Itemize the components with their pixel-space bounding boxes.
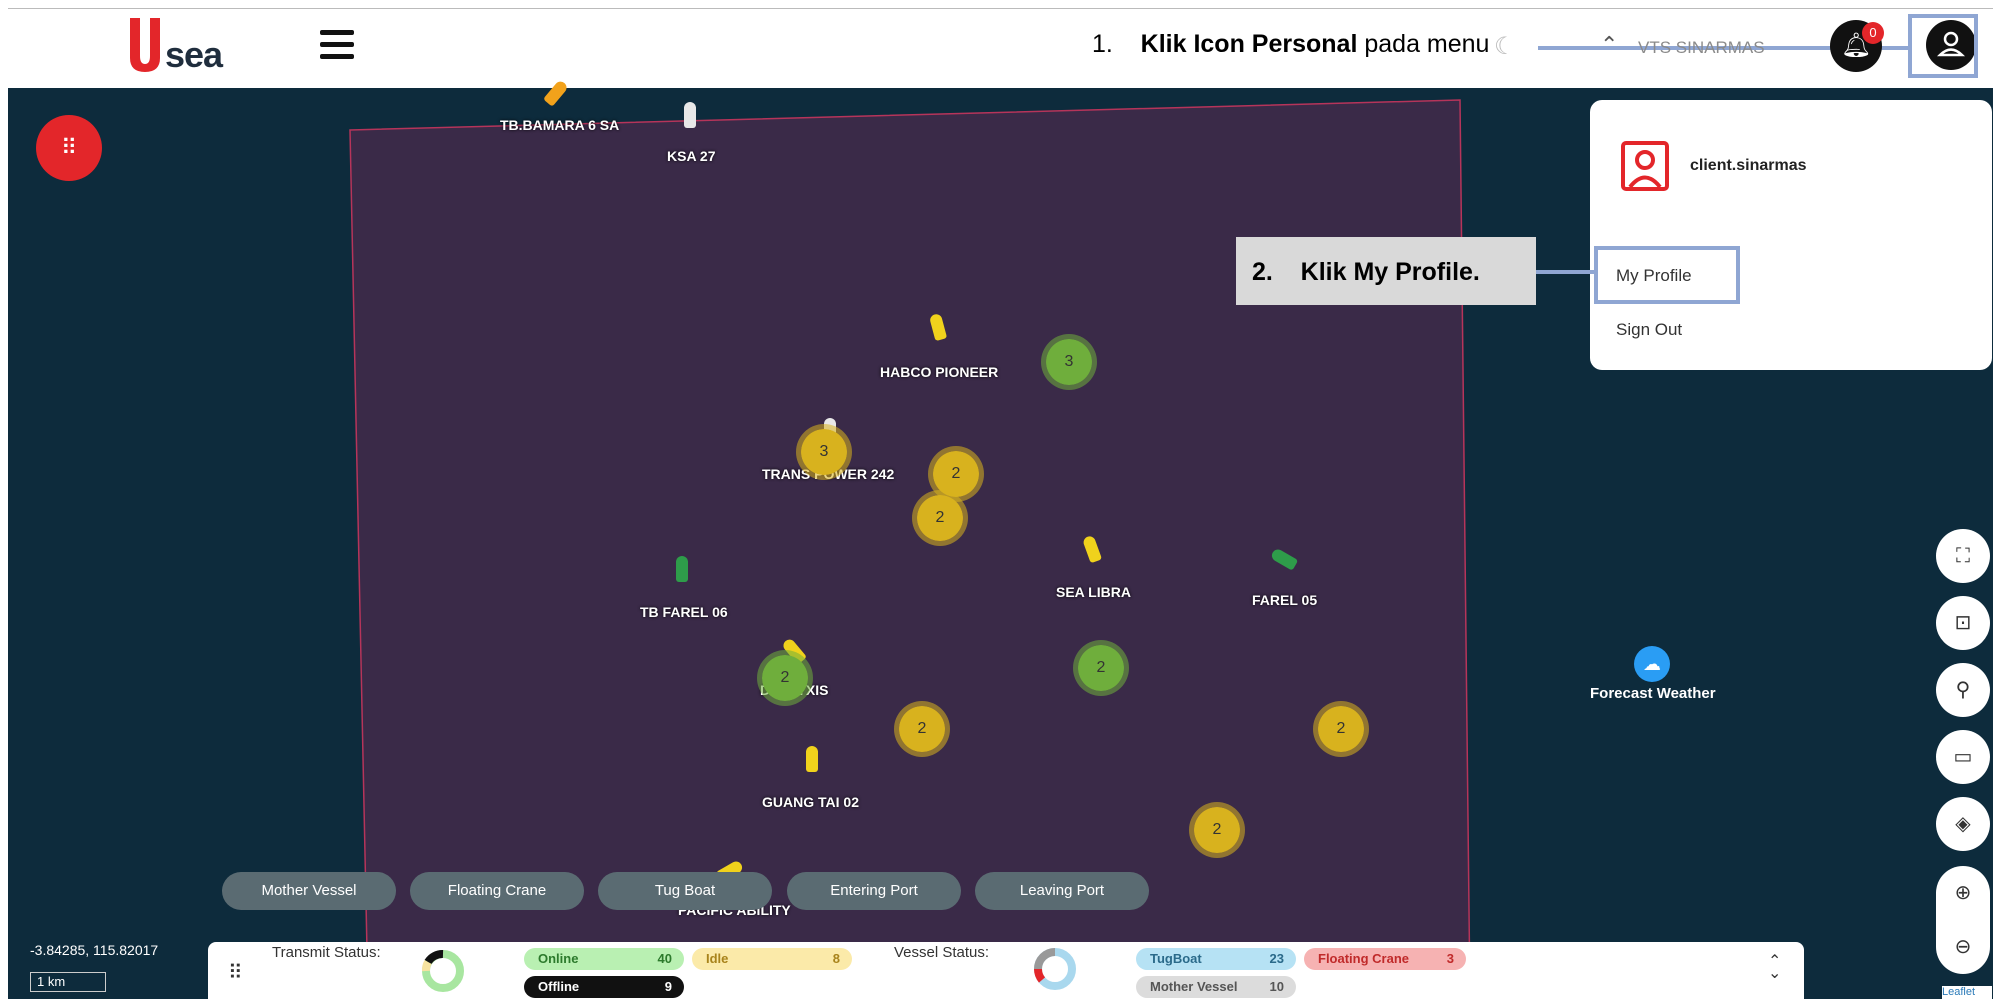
vessel-cluster[interactable]: 2 xyxy=(894,701,950,757)
vessel-cluster[interactable]: 2 xyxy=(1189,802,1245,858)
vessel-status-label: Vessel Status: xyxy=(894,944,990,961)
usea-logo-icon[interactable] xyxy=(128,16,162,74)
vessel-label[interactable]: TB.BAMARA 6 SA xyxy=(500,117,619,133)
logo-text: sea xyxy=(165,34,223,75)
vessel-cluster[interactable]: 2 xyxy=(1073,640,1129,696)
floating-crane-badge[interactable]: Floating Crane 3 xyxy=(1304,948,1466,970)
filter-tug-boat[interactable]: Tug Boat xyxy=(598,872,772,910)
transmit-status-label: Transmit Status: xyxy=(272,944,381,961)
step-2-highlight-box xyxy=(1594,246,1740,304)
vessel-ship-icon[interactable] xyxy=(806,746,818,772)
layers-icon[interactable]: ◈ xyxy=(1936,797,1990,851)
online-badge[interactable]: Online 40 xyxy=(524,948,684,970)
notification-count-badge: 0 xyxy=(1862,22,1884,44)
vessel-ship-icon[interactable] xyxy=(684,102,696,128)
vessel-cluster[interactable]: 3 xyxy=(1041,334,1097,390)
username-label: client.sinarmas xyxy=(1690,157,1807,174)
hamburger-menu-icon[interactable] xyxy=(320,30,354,60)
zoom-out-icon[interactable]: ⊖ xyxy=(1936,920,1990,974)
step-2-pointer-line xyxy=(1536,270,1596,274)
sign-out-menu-item[interactable]: Sign Out xyxy=(1616,320,1682,340)
vessel-ship-icon[interactable] xyxy=(676,556,688,582)
dark-mode-moon-icon[interactable]: ☾ xyxy=(1494,32,1516,61)
vessel-cluster[interactable]: 3 xyxy=(796,424,852,480)
expand-collapse-icon[interactable]: ⌃ ⌄ xyxy=(1768,954,1781,982)
transmit-status-donut-icon xyxy=(421,950,464,992)
tugboat-badge[interactable]: TugBoat 23 xyxy=(1136,948,1296,970)
instruction-step-1: 1. Klik Icon Personal pada menu xyxy=(1092,30,1490,58)
vessel-cluster[interactable]: 2 xyxy=(912,490,968,546)
vessel-label[interactable]: HABCO PIONEER xyxy=(880,364,998,380)
filter-entering-port[interactable]: Entering Port xyxy=(787,872,961,910)
filter-floating-crane[interactable]: Floating Crane xyxy=(410,872,584,910)
filter-mother-vessel[interactable]: Mother Vessel xyxy=(222,872,396,910)
instruction-step-2: 2. Klik My Profile. xyxy=(1252,258,1480,286)
vessel-status-donut-icon xyxy=(1033,948,1076,990)
forecast-weather-label[interactable]: Forecast Weather xyxy=(1590,685,1716,702)
chevron-updown-icon[interactable]: ⌃ xyxy=(1600,32,1618,58)
step-1-highlight-box xyxy=(1908,14,1978,78)
mother-vessel-badge[interactable]: Mother Vessel 10 xyxy=(1136,976,1296,998)
vessel-label[interactable]: FAREL 05 xyxy=(1252,592,1317,608)
vts-selector[interactable]: VTS SINARMAS xyxy=(1638,38,1765,58)
zoom-in-icon[interactable]: ⊕ xyxy=(1936,866,1990,920)
idle-badge[interactable]: Idle 8 xyxy=(692,948,852,970)
leaflet-attribution[interactable]: Leaflet xyxy=(1942,986,1992,999)
vessel-label[interactable]: KSA 27 xyxy=(667,148,716,164)
vessel-label[interactable]: GUANG TAI 02 xyxy=(762,794,859,810)
route-icon[interactable]: ⚲ xyxy=(1936,663,1990,717)
vessel-cluster[interactable]: 2 xyxy=(757,650,813,706)
ruler-icon[interactable]: ▭ xyxy=(1936,730,1990,784)
filter-leaving-port[interactable]: Leaving Port xyxy=(975,872,1149,910)
fullscreen-icon[interactable]: ⛶ xyxy=(1936,529,1990,583)
vessel-label[interactable]: TB FAREL 06 xyxy=(640,604,728,620)
screenshot-focus-icon[interactable]: ⊡ xyxy=(1936,596,1990,650)
forecast-weather-icon[interactable]: ☁ xyxy=(1634,646,1670,682)
drag-handle-icon[interactable]: ⠿ xyxy=(228,960,243,985)
user-avatar-icon xyxy=(1621,141,1669,191)
offline-badge[interactable]: Offline 9 xyxy=(524,976,684,998)
map-scale: 1 km xyxy=(30,972,106,992)
vessel-label[interactable]: SEA LIBRA xyxy=(1056,584,1131,600)
cursor-coordinates: -3.84285, 115.82017 xyxy=(30,942,159,958)
apps-grid-button[interactable]: ⠿ xyxy=(36,115,102,181)
vessel-cluster[interactable]: 2 xyxy=(1313,701,1369,757)
